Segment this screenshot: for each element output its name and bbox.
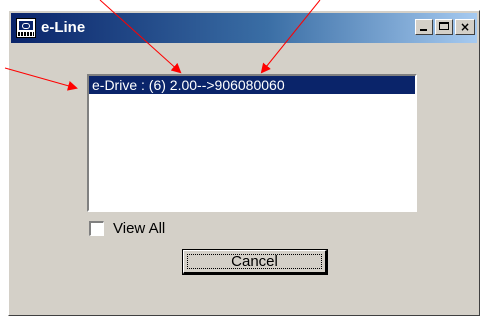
window-title: e-Line [41,19,86,36]
close-button[interactable]: × [455,19,475,35]
list-item[interactable]: e-Drive : (6) 2.00-->906080060 [89,76,415,94]
view-all-label[interactable]: View All [113,219,165,239]
cancel-button-label: Cancel [231,252,278,270]
minimize-icon [420,29,427,31]
cancel-button[interactable]: Cancel [182,249,328,275]
maximize-button[interactable] [435,19,453,35]
view-all-checkbox[interactable] [89,221,104,236]
maximize-icon [439,22,449,30]
device-listbox[interactable]: e-Drive : (6) 2.00-->906080060 [87,74,417,212]
minimize-button[interactable] [415,19,433,35]
list-item-label: e-Drive : (6) 2.00-->906080060 [92,77,285,93]
eline-dialog-window: e-Line × e-Drive : (6) 2.00-->906080060 … [8,10,480,316]
close-icon: × [459,20,471,34]
app-icon[interactable] [16,18,36,38]
title-bar[interactable]: e-Line × [11,13,477,43]
